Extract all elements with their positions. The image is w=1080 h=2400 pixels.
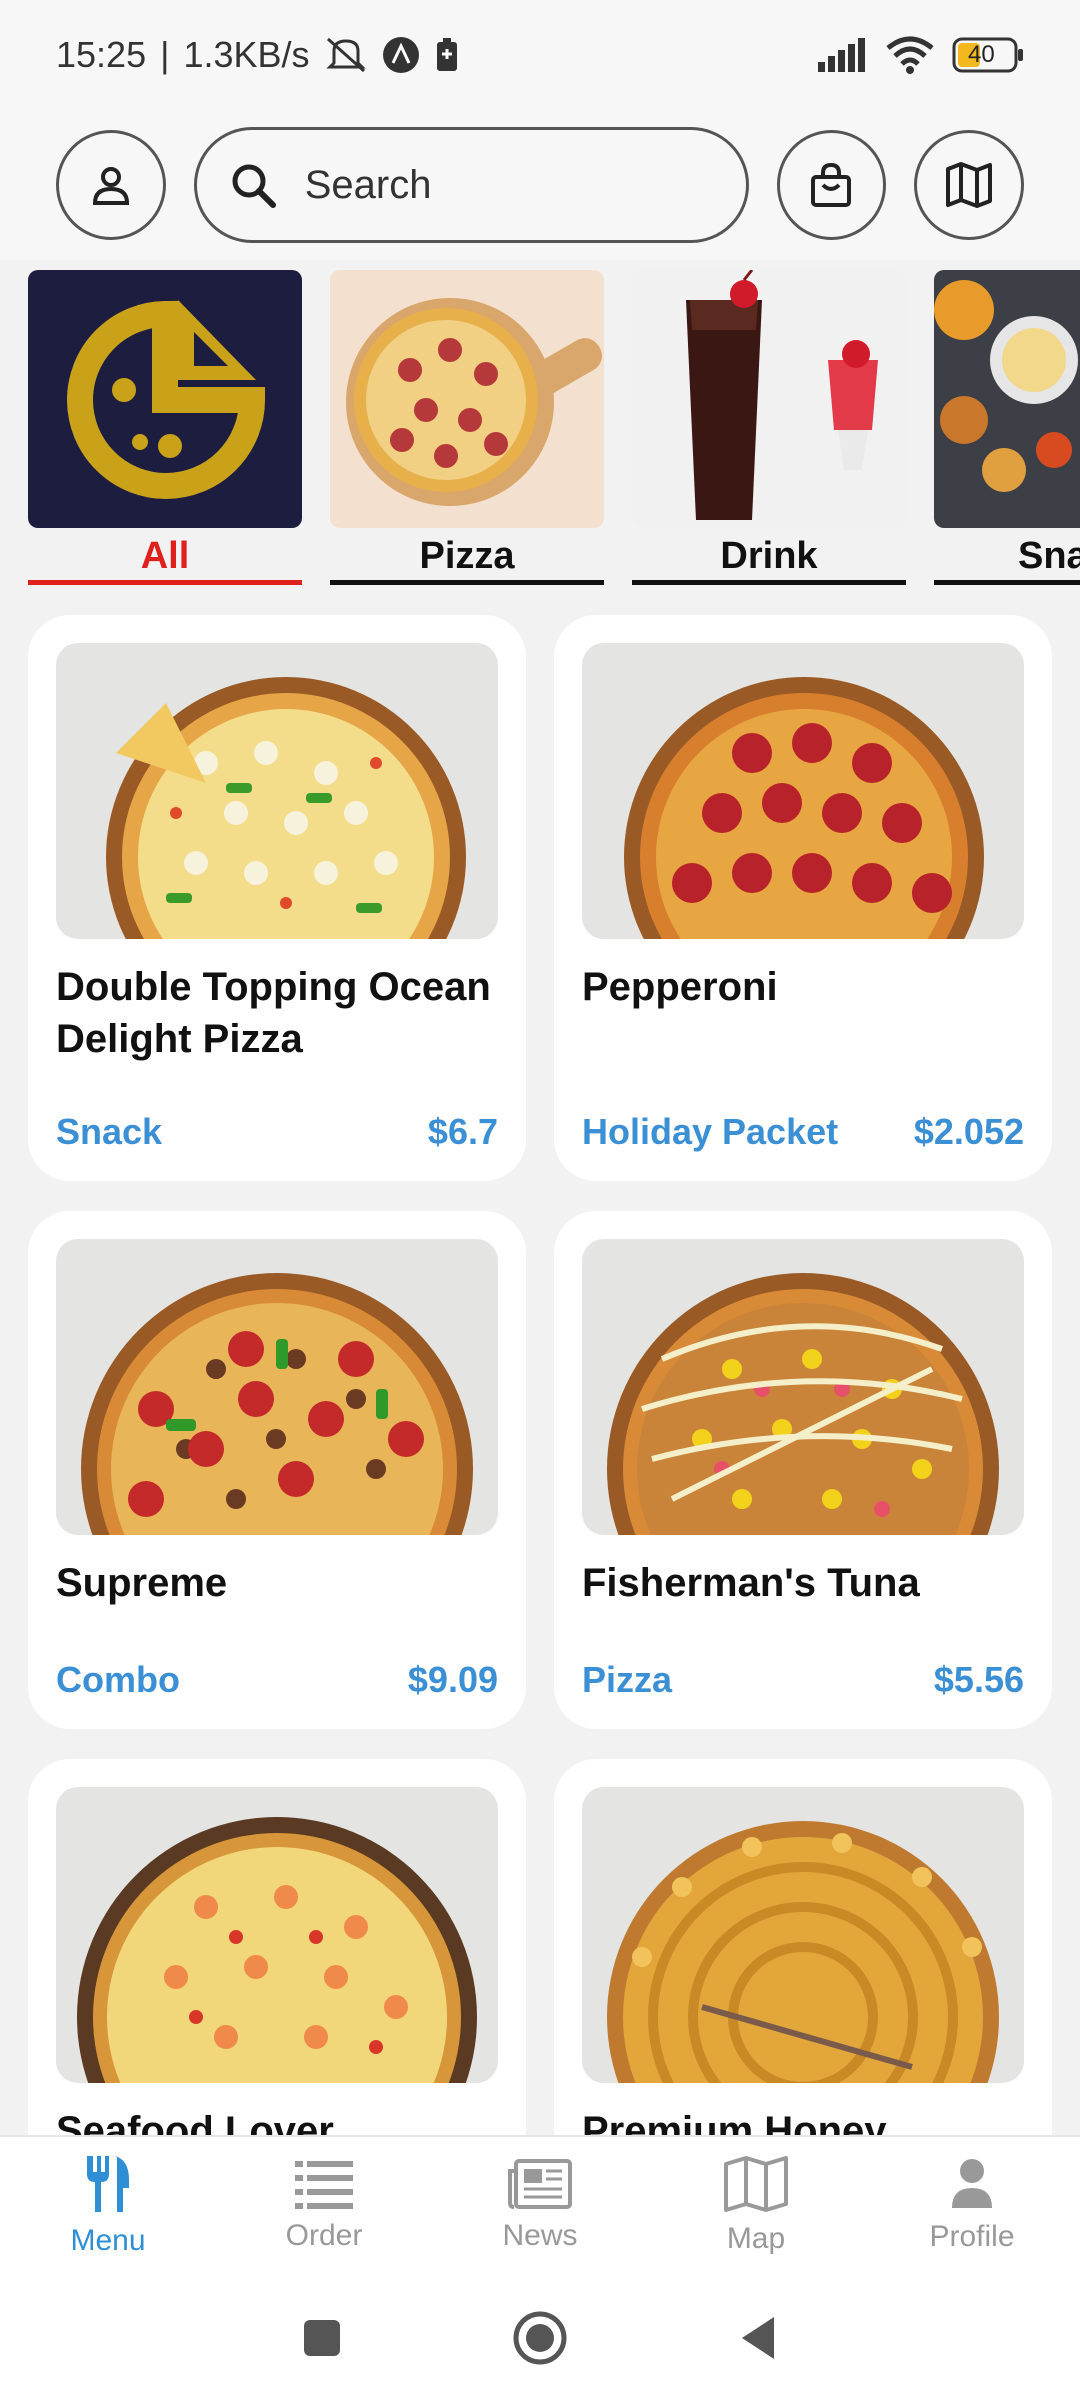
user-icon (92, 167, 129, 205)
product-price: $2.052 (913, 1111, 1024, 1152)
product-meta: Snack $6.7 (56, 1111, 498, 1153)
category-pizza-image (330, 270, 604, 528)
category-underline (330, 580, 604, 585)
category-label: Sna (1018, 535, 1080, 577)
nav-map[interactable]: Map (648, 2137, 864, 2275)
system-navigation (0, 2275, 1080, 2400)
pizza-board-image (346, 298, 602, 506)
product-meta: Combo $9.09 (56, 1659, 498, 1701)
newspaper-icon (508, 2159, 572, 2209)
signal-icon (816, 38, 868, 72)
back-button[interactable] (738, 2315, 778, 2361)
product-grid: Double Topping Ocean Delight Pizza Snack… (28, 615, 1052, 2135)
map-icon (724, 2156, 788, 2212)
product-category: Snack (56, 1111, 163, 1152)
app-a-icon (382, 36, 420, 74)
home-button[interactable] (512, 2310, 568, 2366)
recents-button[interactable] (302, 2318, 342, 2358)
nav-label: Profile (929, 2220, 1015, 2253)
battery-level: 40 (968, 41, 995, 68)
search-input[interactable]: Search (193, 127, 749, 243)
product-category: Pizza (582, 1659, 673, 1700)
network-speed: 1.3KB/s (183, 34, 310, 75)
product-name: Seafood Lover (56, 2109, 334, 2135)
bottom-navigation: Menu Order News Map Profile (0, 2135, 1080, 2275)
profile-button[interactable] (56, 130, 166, 240)
product-card[interactable]: Seafood Lover (28, 1759, 526, 2135)
product-image (56, 1239, 498, 1535)
product-category: Combo (56, 1659, 180, 1700)
status-bar: 15:25 | 1.3KB/s 40 (0, 0, 1080, 110)
nav-order[interactable]: Order (216, 2137, 432, 2275)
product-meta: Holiday Packet $2.052 (582, 1111, 1024, 1153)
search-placeholder: Search (304, 162, 432, 207)
product-image (56, 643, 498, 939)
product-card[interactable]: Pepperoni Holiday Packet $2.052 (554, 615, 1052, 1181)
person-icon (952, 2159, 992, 2208)
product-category: Holiday Packet (582, 1111, 839, 1152)
category-drink[interactable]: Drink (632, 270, 906, 588)
clock: 15:25 (56, 34, 147, 75)
list-icon (295, 2161, 353, 2209)
product-name: Fisherman's Tuna (582, 1561, 920, 1605)
category-underline (934, 580, 1080, 585)
product-name: Double Topping Ocean Delight Pizza (56, 965, 491, 1061)
category-snack-image (934, 270, 1080, 528)
utensils-icon (87, 2156, 129, 2212)
separator: | (160, 34, 170, 75)
header: Search (0, 110, 1080, 260)
battery-icon: 40 (952, 37, 1024, 73)
status-left: 15:25 | 1.3KB/s (56, 34, 460, 76)
product-name: Premium Honey (582, 2109, 887, 2135)
product-name: Pepperoni (582, 965, 778, 1009)
nav-menu[interactable]: Menu (0, 2137, 216, 2275)
status-right: 40 (816, 36, 1024, 74)
product-price: $5.56 (933, 1659, 1024, 1700)
nav-news[interactable]: News (432, 2137, 648, 2275)
category-snack[interactable]: Sna (934, 270, 1080, 588)
map-icon (946, 162, 993, 208)
product-price: $9.09 (407, 1659, 498, 1700)
product-card[interactable]: Double Topping Ocean Delight Pizza Snack… (28, 615, 526, 1181)
nav-label: Menu (70, 2224, 146, 2257)
category-underline (632, 580, 906, 585)
product-card[interactable]: Fisherman's Tuna Pizza $5.56 (554, 1211, 1052, 1729)
cola-drink-image (686, 270, 878, 520)
product-image (582, 1787, 1024, 2083)
nav-label: Order (285, 2219, 363, 2252)
battery-saver-icon (434, 37, 460, 73)
category-all-image (28, 270, 302, 528)
pizza-logo-icon (67, 300, 266, 499)
map-button[interactable] (914, 130, 1024, 240)
category-strip: All Pizza Drink Sna (0, 270, 1080, 600)
product-card[interactable]: Premium Honey (554, 1759, 1052, 2135)
category-drink-image (632, 270, 906, 528)
mute-icon (324, 35, 368, 75)
category-underline (28, 580, 302, 585)
nav-label: News (502, 2219, 578, 2252)
snack-plate-image (934, 280, 1078, 492)
category-pizza[interactable]: Pizza (330, 270, 604, 588)
nav-profile[interactable]: Profile (864, 2137, 1080, 2275)
category-label: All (140, 535, 190, 577)
product-meta: Pizza $5.56 (582, 1659, 1024, 1701)
category-all[interactable]: All (28, 270, 302, 588)
shopping-bag-icon (811, 162, 852, 207)
product-image (56, 1787, 498, 2083)
wifi-icon (886, 36, 934, 74)
product-image (582, 643, 1024, 939)
product-card[interactable]: Supreme Combo $9.09 (28, 1211, 526, 1729)
category-label: Pizza (419, 535, 515, 577)
category-label: Drink (720, 535, 818, 577)
product-name: Supreme (56, 1561, 228, 1605)
product-price: $6.7 (427, 1111, 498, 1152)
product-image (582, 1239, 1024, 1535)
nav-label: Map (726, 2222, 786, 2255)
cart-button[interactable] (776, 130, 887, 240)
search-icon (232, 164, 276, 208)
